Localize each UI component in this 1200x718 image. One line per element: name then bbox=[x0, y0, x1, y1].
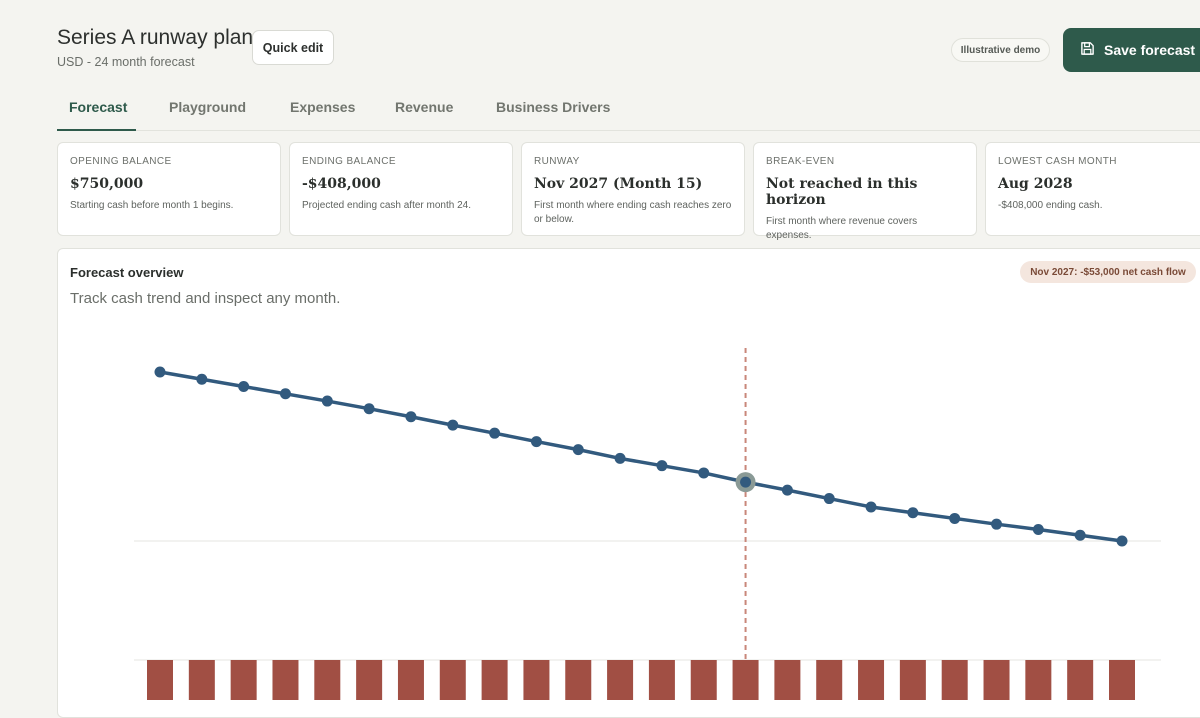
net-cash-flow-bar bbox=[607, 660, 634, 700]
data-point bbox=[949, 512, 961, 524]
data-point bbox=[991, 518, 1003, 530]
data-point bbox=[907, 507, 919, 519]
net-cash-flow-bar bbox=[1025, 660, 1052, 700]
data-point bbox=[781, 484, 793, 496]
highlighted-data-point bbox=[740, 476, 752, 488]
data-point bbox=[530, 436, 542, 448]
data-point bbox=[321, 395, 333, 407]
data-point bbox=[572, 444, 584, 456]
net-cash-flow-bar bbox=[481, 660, 508, 700]
net-cash-flow-bar bbox=[816, 660, 843, 700]
net-cash-flow-bar bbox=[314, 660, 341, 700]
data-point bbox=[238, 381, 250, 393]
data-point bbox=[614, 452, 626, 464]
net-cash-flow-bar bbox=[941, 660, 968, 700]
net-cash-flow-bar bbox=[439, 660, 466, 700]
net-cash-flow-bar bbox=[648, 660, 675, 700]
net-cash-flow-bar bbox=[983, 660, 1010, 700]
net-cash-flow-bar bbox=[858, 660, 885, 700]
net-cash-flow-bar bbox=[523, 660, 550, 700]
net-cash-flow-bar bbox=[188, 660, 215, 700]
data-point bbox=[279, 388, 291, 400]
cash-balance-line bbox=[159, 370, 1123, 543]
net-cash-flow-bar bbox=[1067, 660, 1094, 700]
data-point bbox=[698, 467, 710, 479]
net-cash-flow-bar bbox=[690, 660, 717, 700]
data-point bbox=[489, 427, 501, 439]
forecast-chart[interactable] bbox=[0, 0, 1200, 700]
net-cash-flow-bar bbox=[272, 660, 299, 700]
net-cash-flow-bar bbox=[774, 660, 801, 700]
net-cash-flow-bar bbox=[1109, 660, 1135, 700]
net-cash-flow-bar bbox=[356, 660, 383, 700]
data-point bbox=[1074, 529, 1086, 541]
net-cash-flow-bar bbox=[147, 660, 173, 700]
data-point bbox=[154, 366, 166, 378]
data-point bbox=[656, 460, 668, 472]
data-point bbox=[865, 501, 877, 513]
data-point bbox=[196, 373, 208, 385]
data-point bbox=[823, 493, 835, 505]
data-point bbox=[1032, 524, 1044, 536]
data-point bbox=[405, 411, 417, 423]
net-cash-flow-bar bbox=[230, 660, 257, 700]
data-point bbox=[1116, 535, 1128, 547]
net-cash-flow-bar bbox=[899, 660, 926, 700]
data-point bbox=[363, 403, 375, 415]
data-point bbox=[447, 419, 459, 431]
net-cash-flow-bar bbox=[565, 660, 592, 700]
net-cash-flow-bar bbox=[732, 660, 759, 700]
net-cash-flow-bar bbox=[397, 660, 424, 700]
